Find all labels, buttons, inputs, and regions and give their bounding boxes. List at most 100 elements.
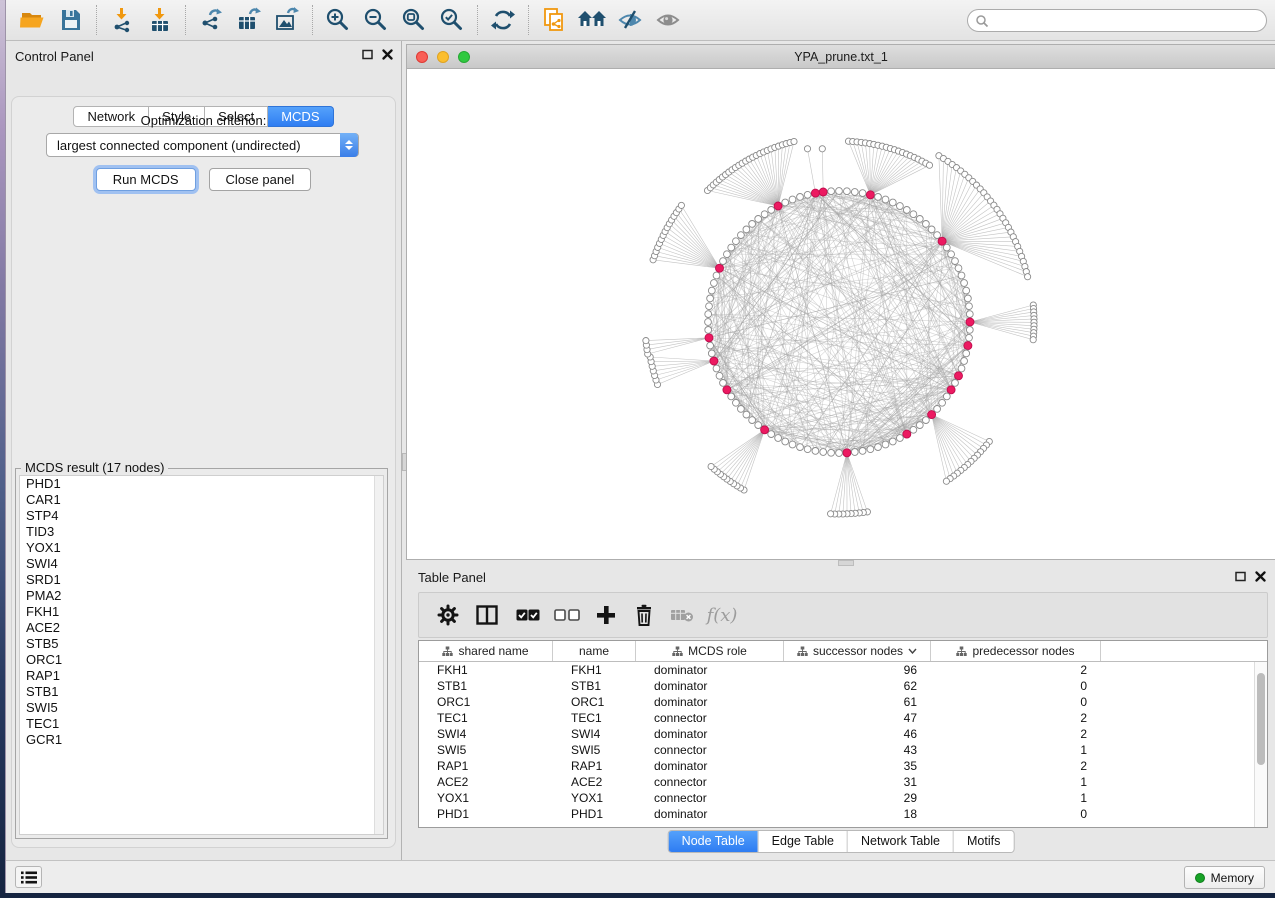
list-scrollbar[interactable] <box>374 476 383 834</box>
graph-node[interactable] <box>859 448 866 455</box>
graph-node[interactable] <box>938 237 946 245</box>
apply-layout-icon[interactable] <box>484 3 522 37</box>
column-header-successor-nodes[interactable]: successor nodes <box>784 641 931 661</box>
graph-node[interactable] <box>955 372 963 380</box>
graph-node[interactable] <box>875 444 882 451</box>
graph-node[interactable] <box>708 350 715 357</box>
mcds-result-item[interactable]: STB5 <box>20 636 383 652</box>
mcds-result-item[interactable]: STP4 <box>20 508 383 524</box>
zoom-in-icon[interactable] <box>319 3 357 37</box>
unselect-all-columns-icon[interactable] <box>547 598 587 632</box>
mcds-result-item[interactable]: ORC1 <box>20 652 383 668</box>
graph-node[interactable] <box>720 380 727 387</box>
graph-node[interactable] <box>713 272 720 279</box>
graph-node[interactable] <box>966 334 973 341</box>
graph-node[interactable] <box>961 280 968 287</box>
graph-node[interactable] <box>943 244 950 251</box>
graph-node[interactable] <box>782 199 789 206</box>
float-panel-icon[interactable] <box>362 49 373 60</box>
graph-node[interactable] <box>828 188 835 195</box>
search-input[interactable] <box>967 9 1267 32</box>
graph-node[interactable] <box>774 202 782 210</box>
graph-node[interactable] <box>820 449 827 456</box>
mcds-result-item[interactable]: STB1 <box>20 684 383 700</box>
graph-node[interactable] <box>966 318 974 326</box>
zoom-out-icon[interactable] <box>357 3 395 37</box>
table-row[interactable]: YOX1YOX1connector291 <box>419 790 1254 806</box>
scrollbar-thumb[interactable] <box>1257 673 1265 765</box>
graph-node[interactable] <box>738 232 745 239</box>
graph-node[interactable] <box>819 146 825 152</box>
show-column-panel-icon[interactable] <box>465 598 509 632</box>
graph-node[interactable] <box>903 207 910 214</box>
graph-node[interactable] <box>804 191 811 198</box>
graph-node[interactable] <box>733 399 740 406</box>
column-header-shared-name[interactable]: shared name <box>419 641 553 661</box>
graph-node[interactable] <box>723 386 731 394</box>
mcds-result-item[interactable]: SWI4 <box>20 556 383 572</box>
delete-table-icon-disabled[interactable] <box>663 598 701 632</box>
graph-node[interactable] <box>728 244 735 251</box>
graph-node[interactable] <box>843 449 851 457</box>
float-panel-icon[interactable] <box>1235 571 1246 582</box>
open-file-icon[interactable] <box>14 3 52 37</box>
mcds-result-item[interactable]: PHD1 <box>20 476 383 492</box>
network-window-titlebar[interactable]: YPA_prune.txt_1 <box>406 44 1275 68</box>
mcds-result-item[interactable]: GCR1 <box>20 732 383 748</box>
mcds-result-item[interactable]: CAR1 <box>20 492 383 508</box>
table-row[interactable]: SWI5SWI5connector431 <box>419 742 1254 758</box>
graph-node[interactable] <box>804 446 811 453</box>
run-mcds-button[interactable]: Run MCDS <box>96 168 196 191</box>
graph-node[interactable] <box>789 196 796 203</box>
network-canvas[interactable] <box>406 68 1275 560</box>
graph-node[interactable] <box>859 190 866 197</box>
graph-node[interactable] <box>716 264 724 272</box>
graph-node[interactable] <box>964 342 972 350</box>
tab-edge-table[interactable]: Edge Table <box>758 831 847 852</box>
mcds-result-list[interactable]: PHD1CAR1STP4TID3YOX1SWI4SRD1PMA2FKH1ACE2… <box>19 475 384 835</box>
maximize-window-icon[interactable] <box>458 51 470 63</box>
criterion-select[interactable]: largest connected component (undirected) <box>46 133 359 157</box>
graph-node[interactable] <box>738 406 745 413</box>
graph-node[interactable] <box>836 450 843 457</box>
graph-node[interactable] <box>851 189 858 196</box>
create-column-icon[interactable] <box>587 598 625 632</box>
tab-network-table[interactable]: Network Table <box>847 831 953 852</box>
graph-node[interactable] <box>678 202 684 208</box>
graph-node[interactable] <box>947 386 955 394</box>
home-icon[interactable] <box>573 3 611 37</box>
graph-node[interactable] <box>965 295 972 302</box>
table-row[interactable]: SWI4SWI4dominator462 <box>419 726 1254 742</box>
graph-node[interactable] <box>761 426 769 434</box>
table-row[interactable]: RAP1RAP1dominator352 <box>419 758 1254 774</box>
graph-node[interactable] <box>923 221 930 228</box>
graph-node[interactable] <box>928 226 935 233</box>
graph-node[interactable] <box>958 272 965 279</box>
graph-node[interactable] <box>789 441 796 448</box>
tab-node-table[interactable]: Node Table <box>669 831 758 852</box>
graph-node[interactable] <box>1025 274 1031 280</box>
tab-motifs[interactable]: Motifs <box>953 831 1013 852</box>
graph-node[interactable] <box>743 226 750 233</box>
mcds-result-item[interactable]: YOX1 <box>20 540 383 556</box>
graph-node[interactable] <box>797 194 804 201</box>
close-panel-icon[interactable] <box>1255 571 1266 582</box>
column-header-MCDS-role[interactable]: MCDS role <box>636 641 784 661</box>
graph-node[interactable] <box>966 327 973 334</box>
graph-node[interactable] <box>724 251 731 258</box>
mcds-result-item[interactable]: RAP1 <box>20 668 383 684</box>
graph-node[interactable] <box>934 232 941 239</box>
graph-node[interactable] <box>851 449 858 456</box>
graph-node[interactable] <box>713 365 720 372</box>
table-row[interactable]: STB1STB1dominator620 <box>419 678 1254 694</box>
graph-node[interactable] <box>939 399 946 406</box>
graph-node[interactable] <box>910 426 917 433</box>
table-row[interactable]: PHD1PHD1dominator180 <box>419 806 1254 822</box>
graph-node[interactable] <box>963 350 970 357</box>
graph-node[interactable] <box>926 162 932 168</box>
graph-node[interactable] <box>955 265 962 272</box>
graph-node[interactable] <box>943 478 949 484</box>
graph-node[interactable] <box>755 216 762 223</box>
graph-node[interactable] <box>934 406 941 413</box>
graph-node[interactable] <box>761 211 768 218</box>
